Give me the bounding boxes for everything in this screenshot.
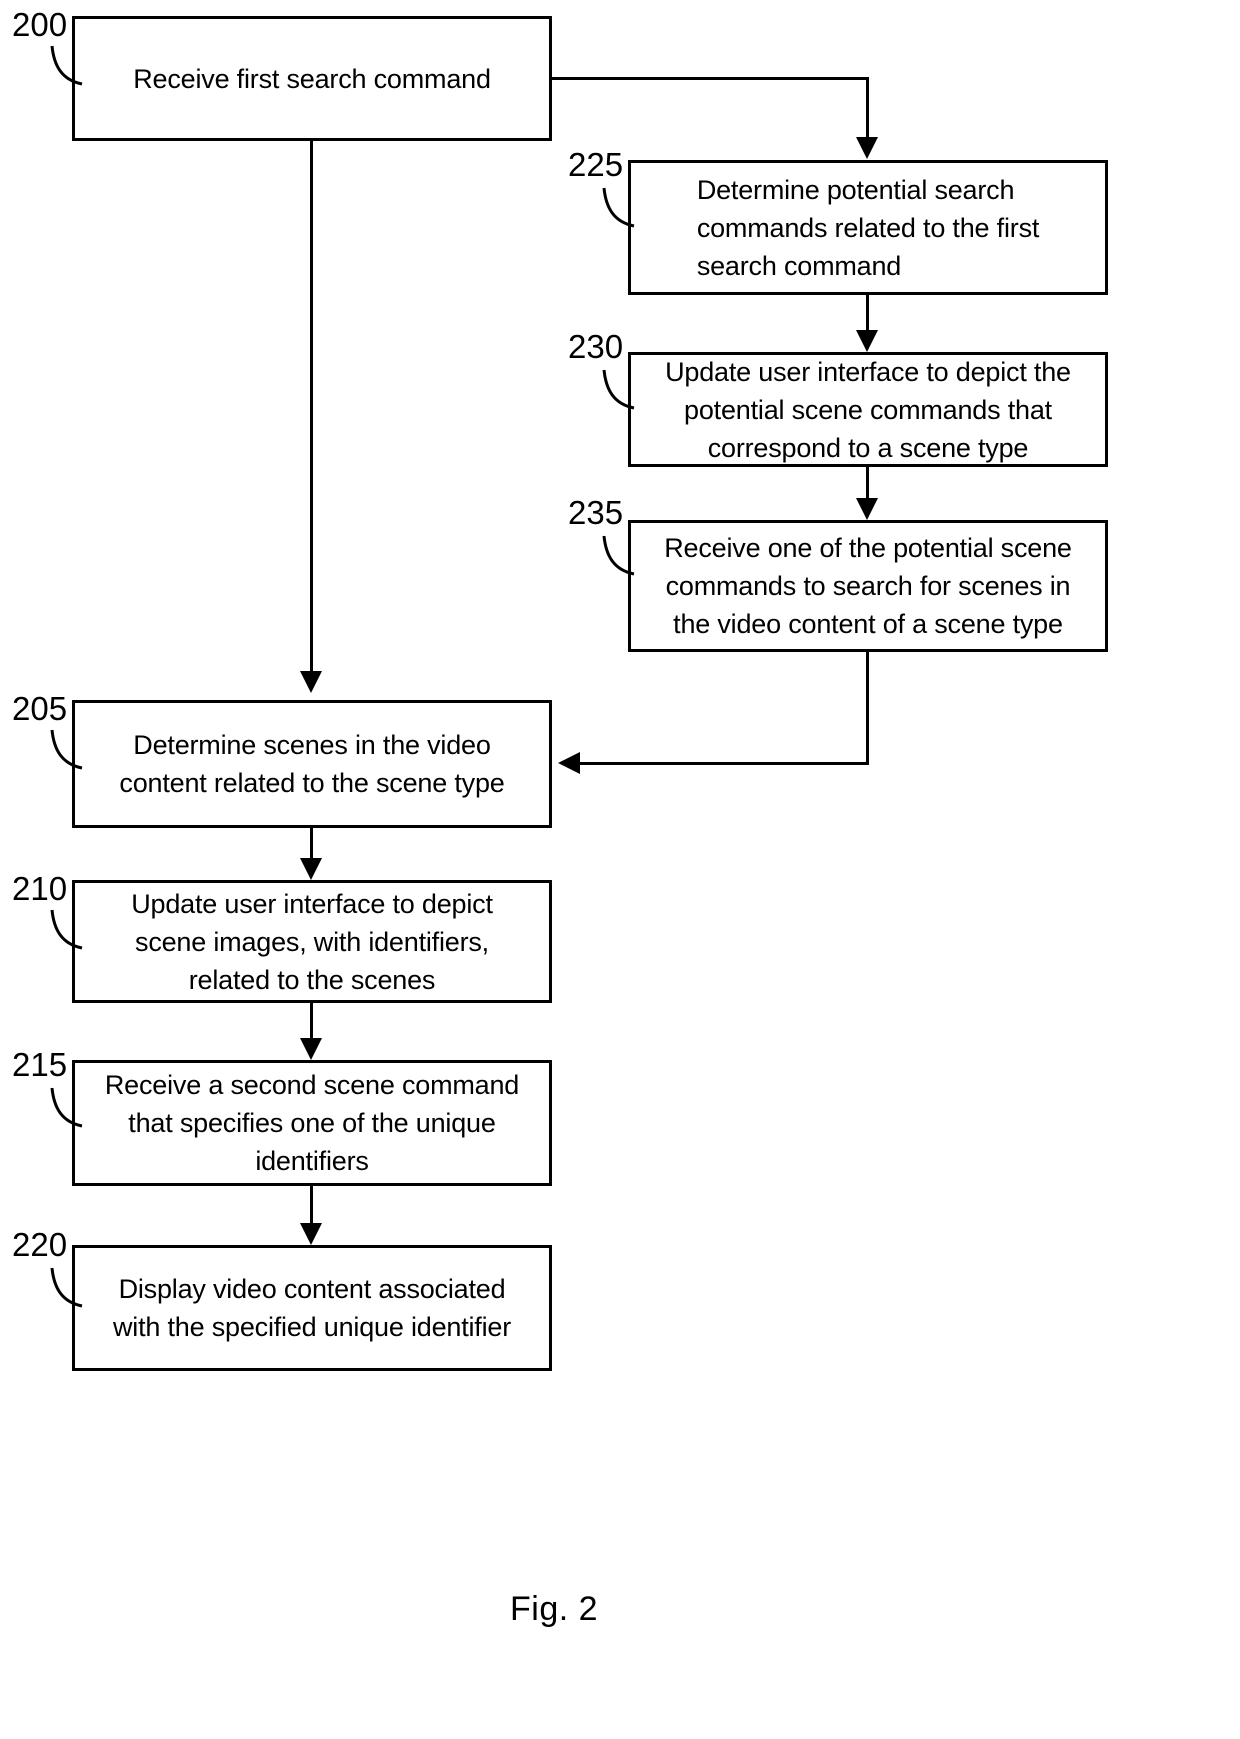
process-box-215: Receive a second scene command that spec… [72, 1060, 552, 1186]
connector-210-to-215-vertical [310, 1003, 313, 1038]
arrowhead-210-to-215 [300, 1038, 322, 1060]
process-box-235-text: Receive one of the potential scene comma… [664, 533, 1072, 639]
connector-205-to-210-vertical [310, 828, 313, 858]
ref-numeral-210: 210 [12, 870, 68, 907]
process-box-230-text: Update user interface to depict the pote… [665, 356, 1071, 463]
process-box-215-text: Receive a second scene command that spec… [104, 1070, 520, 1176]
ref-numeral-220: 220 [12, 1226, 68, 1263]
connector-215-to-220-vertical [310, 1186, 313, 1223]
figure-page: Receive first search command 200 Determi… [0, 0, 1240, 1739]
connector-200-to-225-horizontal [552, 77, 867, 80]
ref-numeral-230: 230 [568, 328, 624, 365]
process-box-225: Determine potential search commands rela… [628, 160, 1108, 295]
arrowhead-235-to-205 [558, 752, 580, 774]
process-box-210: Update user interface to depict scene im… [72, 880, 552, 1003]
process-box-200: Receive first search command [72, 16, 552, 141]
ref-numeral-205: 205 [12, 690, 68, 727]
connector-225-to-230-vertical [866, 295, 869, 330]
connector-235-to-205-horizontal [580, 762, 869, 765]
connector-235-to-205-vertical [866, 652, 869, 764]
process-box-220-text: Display video content associated with th… [112, 1274, 512, 1342]
arrowhead-230-to-235 [856, 498, 878, 520]
process-box-210-text: Update user interface to depict scene im… [131, 888, 493, 995]
process-box-230: Update user interface to depict the pote… [628, 352, 1108, 467]
arrowhead-215-to-220 [300, 1223, 322, 1245]
arrowhead-205-to-210 [300, 858, 322, 880]
process-box-200-text: Receive first search command [133, 63, 491, 94]
process-box-235: Receive one of the potential scene comma… [628, 520, 1108, 652]
arrowhead-225-to-230 [856, 330, 878, 352]
connector-230-to-235-vertical [866, 467, 869, 498]
process-box-205: Determine scenes in the video content re… [72, 700, 552, 828]
ref-numeral-235: 235 [568, 494, 624, 531]
connector-200-to-225-vertical [866, 77, 869, 137]
arrowhead-200-to-225 [856, 137, 878, 159]
arrowhead-200-to-205 [300, 671, 322, 693]
ref-numeral-200: 200 [12, 6, 68, 43]
connector-200-to-205-vertical [310, 141, 313, 671]
process-box-225-text: Determine potential search commands rela… [696, 174, 1040, 281]
figure-caption: Fig. 2 [510, 1590, 599, 1628]
ref-numeral-225: 225 [568, 146, 624, 183]
ref-numeral-215: 215 [12, 1046, 68, 1083]
process-box-220: Display video content associated with th… [72, 1245, 552, 1371]
process-box-205-text: Determine scenes in the video content re… [119, 730, 505, 798]
